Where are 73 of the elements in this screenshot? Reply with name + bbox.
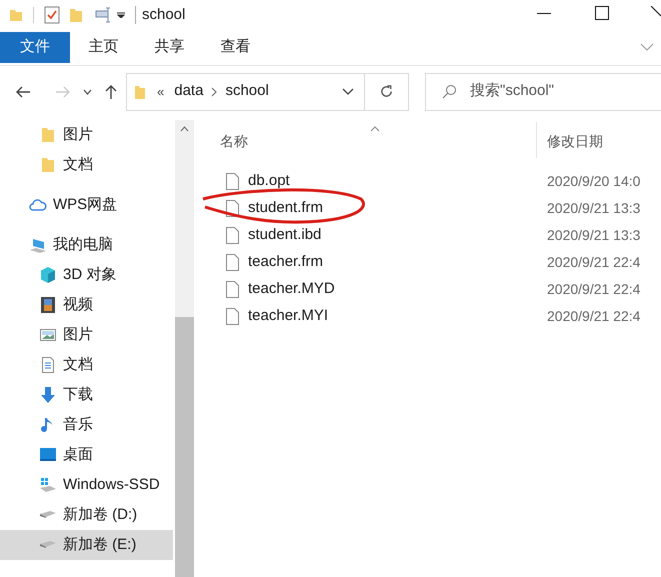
nav-item[interactable]: 新加卷 (D:)	[0, 500, 173, 530]
cube-icon	[39, 266, 57, 284]
image-icon	[39, 326, 57, 344]
nav-item[interactable]: WPS网盘	[0, 190, 173, 220]
breadcrumb-separator-icon[interactable]	[211, 86, 218, 96]
ribbon-tab[interactable]: 查看	[203, 32, 268, 63]
computer-icon	[29, 236, 47, 254]
address-bar[interactable]: « data school	[126, 72, 409, 110]
nav-item[interactable]: 下载	[0, 380, 173, 410]
file-icon	[226, 281, 239, 298]
nav-item[interactable]: 视频	[0, 290, 173, 320]
search-input: 搜索"school"	[470, 80, 630, 103]
file-icon	[226, 254, 239, 271]
modified-date: 2020/9/21 22:4	[547, 307, 640, 326]
ribbon-tab[interactable]: 主页	[71, 32, 136, 63]
nav-item[interactable]: 音乐	[0, 410, 173, 440]
drive-icon	[39, 541, 57, 549]
ribbon-tab[interactable]: 共享	[137, 32, 202, 63]
back-arrow-icon[interactable]	[15, 86, 31, 98]
file-name[interactable]: teacher.MYI	[248, 305, 547, 328]
search-icon	[441, 84, 457, 100]
modified-date: 2020/9/21 13:3	[547, 199, 640, 218]
column-header[interactable]: 修改日期	[547, 131, 603, 152]
document-icon	[39, 356, 57, 374]
file-icon	[226, 173, 239, 190]
down-arrow-icon	[39, 386, 57, 404]
nav-item[interactable]: 3D 对象	[0, 260, 173, 290]
file-name[interactable]: teacher.frm	[248, 251, 547, 274]
checklist-icon[interactable]	[44, 6, 60, 24]
sort-caret-icon[interactable]	[370, 126, 380, 132]
breadcrumb[interactable]: data	[174, 80, 204, 103]
dropdown-caret-icon[interactable]	[342, 88, 354, 95]
nav-item[interactable]: 图片	[0, 120, 173, 150]
folder-icon	[134, 84, 146, 100]
nav-item[interactable]: Windows-SSD	[0, 470, 173, 500]
breadcrumb[interactable]: school	[225, 80, 269, 103]
modified-date: 2020/9/21 22:4	[547, 280, 640, 299]
minimize-icon[interactable]	[537, 13, 551, 15]
nav-item[interactable]: 桌面	[0, 440, 173, 470]
file-name[interactable]: student.ibd	[248, 224, 547, 247]
up-arrow-icon[interactable]	[105, 84, 117, 100]
modified-date: 2020/9/21 13:3	[547, 226, 640, 245]
window-title: school	[142, 4, 186, 25]
file-icon	[226, 227, 239, 244]
modified-date: 2020/9/21 22:4	[547, 253, 640, 272]
maximize-icon[interactable]	[595, 6, 609, 20]
nav-item[interactable]: 图片	[0, 320, 173, 350]
file-name[interactable]: student.frm	[248, 197, 547, 220]
folder-icon	[39, 126, 57, 144]
modified-date: 2020/9/20 14:0	[547, 172, 640, 191]
column-header[interactable]: 名称	[220, 131, 538, 152]
file-name[interactable]: db.opt	[248, 170, 547, 193]
scroll-up-icon[interactable]	[180, 126, 189, 132]
nav-item[interactable]: 我的电脑	[0, 230, 173, 260]
search-field[interactable]: 搜索"school"	[425, 72, 661, 110]
caret-icon[interactable]	[117, 12, 125, 18]
drive-icon	[39, 511, 57, 519]
nav-item[interactable]: 文档	[0, 150, 173, 180]
nav-item[interactable]: 新加卷 (E:)	[0, 530, 173, 560]
folder-icon	[39, 156, 57, 174]
chevron-icon[interactable]	[640, 43, 654, 51]
film-icon	[39, 296, 57, 314]
ribbon-tab[interactable]: 文件	[0, 32, 70, 63]
nav-item[interactable]: 文档	[0, 350, 173, 380]
file-icon	[226, 308, 239, 325]
file-name[interactable]: teacher.MYD	[248, 278, 547, 301]
drive-icon	[39, 476, 57, 494]
monitor-icon	[39, 446, 57, 464]
caret-icon[interactable]	[83, 88, 92, 94]
overflow-chevron[interactable]: «	[157, 82, 164, 102]
refresh-icon[interactable]	[379, 84, 394, 99]
scrollbar-thumb[interactable]	[175, 317, 194, 577]
scrollbar[interactable]	[175, 120, 194, 577]
